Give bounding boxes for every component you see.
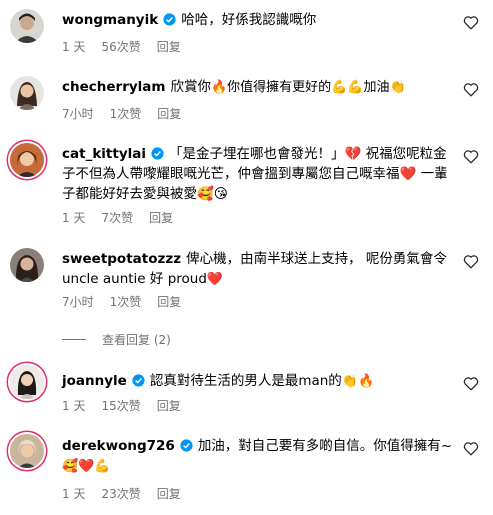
reply-button[interactable]: 回复 [157,40,181,54]
like-heart-icon[interactable] [463,254,479,269]
comment-text: 欣賞你 [170,79,211,95]
verified-badge-icon [151,147,164,160]
comment-time: 7小时 [62,107,94,121]
comment-body: wongmanyik 哈哈，好係我認識嘅你 [62,10,453,30]
comment-body: cat_kittylai 「是金子埋在哪也會發光！」💔 祝福您呢粒金子不但為人帶嚟… [62,144,453,204]
like-heart-icon[interactable] [463,15,479,30]
like-heart-icon[interactable] [463,376,479,391]
comment-username[interactable]: wongmanyik [62,12,158,28]
reply-button[interactable]: 回复 [157,399,181,413]
comment-likes[interactable]: 7次赞 [101,211,133,225]
comment-emojis: 🥰❤️💪 [62,459,111,474]
avatar[interactable] [10,365,44,399]
view-replies-divider [62,339,86,340]
comment-username[interactable]: checherrylam [62,79,165,95]
comment-body: sweetpotatozzz 俾心機，由南半球送上支持， 呢份勇氣會令uncle … [62,249,453,290]
comment-meta: 1 天 56次赞 回复 [62,38,197,55]
comment-emojis: 👏🔥 [341,374,375,389]
comment-username[interactable]: joannyle [62,373,127,389]
comment-username[interactable]: sweetpotatozzz [62,251,181,267]
comment-time: 1 天 [62,399,86,413]
comment-body: checherrylam 欣賞你🔥你值得擁有更好的💪💪加油👏 [62,77,453,98]
avatar[interactable] [10,76,44,110]
comment-meta: 7小时 1次赞 回复 [62,293,197,310]
reply-button[interactable]: 回复 [157,107,181,121]
verified-badge-icon [163,13,176,26]
reply-button[interactable]: 回复 [149,211,173,225]
reply-button[interactable]: 回复 [157,295,181,309]
comment-meta: 1 天 7次赞 回复 [62,209,189,226]
comment-time: 1 天 [62,40,86,54]
avatar[interactable] [10,248,44,282]
avatar[interactable] [10,434,44,468]
comment-username[interactable]: cat_kittylai [62,146,146,162]
avatar[interactable] [10,143,44,177]
avatar[interactable] [10,9,44,43]
comment-likes[interactable]: 23次赞 [101,487,140,501]
comment-body: joannyle 認真對待生活的男人是最man的👏🔥 [62,371,453,392]
like-heart-icon[interactable] [463,82,479,97]
comment-meta: 7小时 1次赞 回复 [62,105,197,122]
verified-badge-icon [132,374,145,387]
comment-meta: 1 天 23次赞 回复 [62,485,197,502]
comment-likes[interactable]: 56次赞 [101,40,140,54]
comment-emojis: 🔥你值得擁有更好的💪💪加油👏 [210,80,406,95]
comment-text: 哈哈，好係我認識嘅你 [181,12,317,28]
comment-meta: 1 天 15次赞 回复 [62,397,197,414]
comment-time: 1 天 [62,487,86,501]
comment-body: derekwong726 加油，對自己要有多啲自信。你值得擁有~ 🥰❤️💪 [62,436,453,477]
comment-text: 加油，對自己要有多啲自信。你值得擁有~ [197,438,453,454]
comment-time: 7小时 [62,295,94,309]
comment-likes[interactable]: 1次赞 [110,107,142,121]
view-replies-label: 查看回复 (2) [102,333,171,347]
like-heart-icon[interactable] [463,149,479,164]
comment-time: 1 天 [62,211,86,225]
verified-badge-icon [180,439,193,452]
comment-likes[interactable]: 1次赞 [110,295,142,309]
comment-likes[interactable]: 15次赞 [101,399,140,413]
view-replies-button[interactable]: 查看回复 (2) [62,331,171,348]
comment-username[interactable]: derekwong726 [62,438,175,454]
comment-emojis: ❤️ [206,272,224,287]
like-heart-icon[interactable] [463,441,479,456]
comment-text: 認真對待生活的男人是最man的 [149,373,342,389]
reply-button[interactable]: 回复 [157,487,181,501]
